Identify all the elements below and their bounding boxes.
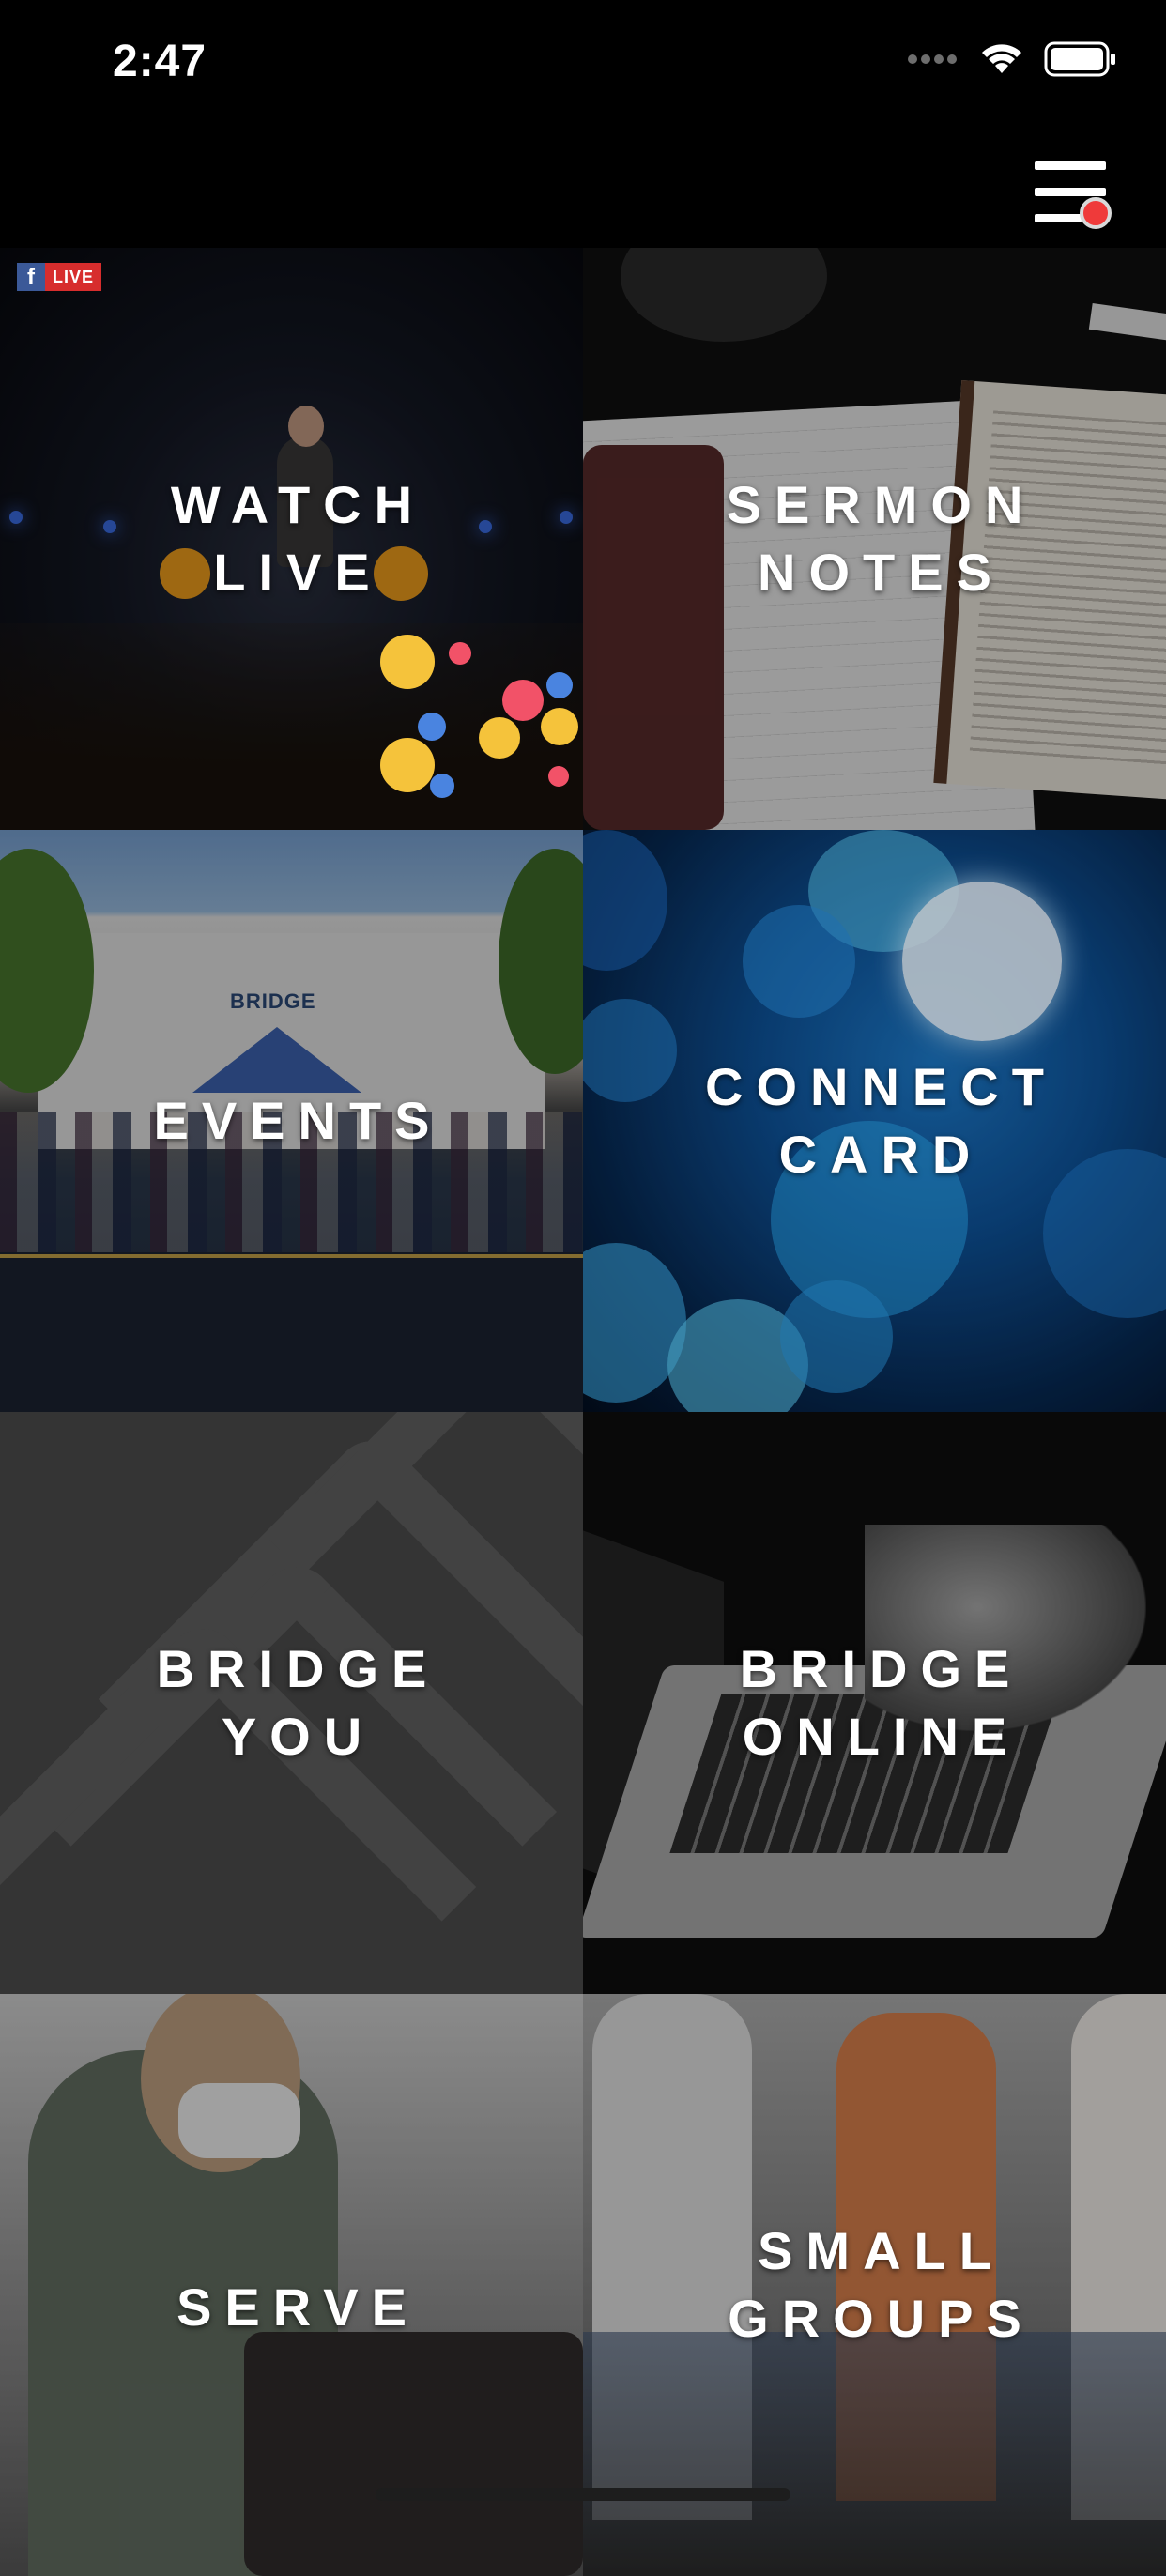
heart-emoji-icon	[502, 680, 544, 721]
tile-watch-live[interactable]: f LIVE WATCH LIVE	[0, 248, 583, 830]
top-bar	[0, 131, 1166, 248]
like-emoji-icon	[430, 774, 454, 798]
tile-label: SERMON NOTES	[726, 475, 1036, 602]
tile-label: BRIDGE YOU	[156, 1639, 440, 1766]
tile-label: BRIDGE ONLINE	[739, 1639, 1023, 1766]
tile-label: EVENTS	[153, 1091, 443, 1150]
facebook-icon: f	[17, 263, 45, 291]
haha-emoji-icon	[380, 738, 435, 792]
wow-emoji-icon	[479, 717, 520, 759]
cellular-signal-icon	[908, 54, 957, 64]
tile-label: SMALL GROUPS	[728, 2221, 1035, 2348]
tile-sermon-notes[interactable]: SERMON NOTES	[583, 248, 1166, 830]
like-emoji-icon	[546, 672, 573, 698]
tile-bridge-online[interactable]: BRIDGE ONLINE	[583, 1412, 1166, 1994]
tile-events[interactable]: BRIDGE EVENTS	[0, 830, 583, 1412]
wow-emoji-icon	[380, 635, 435, 689]
status-bar: 2:47	[0, 0, 1166, 131]
home-indicator[interactable]	[376, 2488, 790, 2501]
tile-label: SERVE	[176, 2277, 420, 2337]
haha-emoji-icon	[541, 708, 578, 745]
facebook-live-badge: f LIVE	[17, 263, 102, 291]
heart-emoji-icon	[449, 642, 471, 665]
status-time: 2:47	[113, 37, 207, 86]
like-emoji-icon	[418, 713, 446, 741]
hamburger-menu-icon[interactable]	[1031, 158, 1112, 229]
menu-grid: f LIVE WATCH LIVE SERMON NOTES BRIDGE EV…	[0, 248, 1166, 2576]
tile-label: CONNECT CARD	[705, 1057, 1057, 1184]
heart-emoji-icon	[548, 766, 569, 787]
tile-label: WATCH LIVE	[170, 475, 426, 602]
notification-dot	[1080, 197, 1112, 229]
tile-connect-card[interactable]: CONNECT CARD	[583, 830, 1166, 1412]
battery-icon	[1044, 41, 1115, 77]
wifi-icon	[982, 44, 1021, 73]
status-icons	[907, 41, 1117, 77]
tile-bridge-you[interactable]: BRIDGE YOU	[0, 1412, 583, 1994]
